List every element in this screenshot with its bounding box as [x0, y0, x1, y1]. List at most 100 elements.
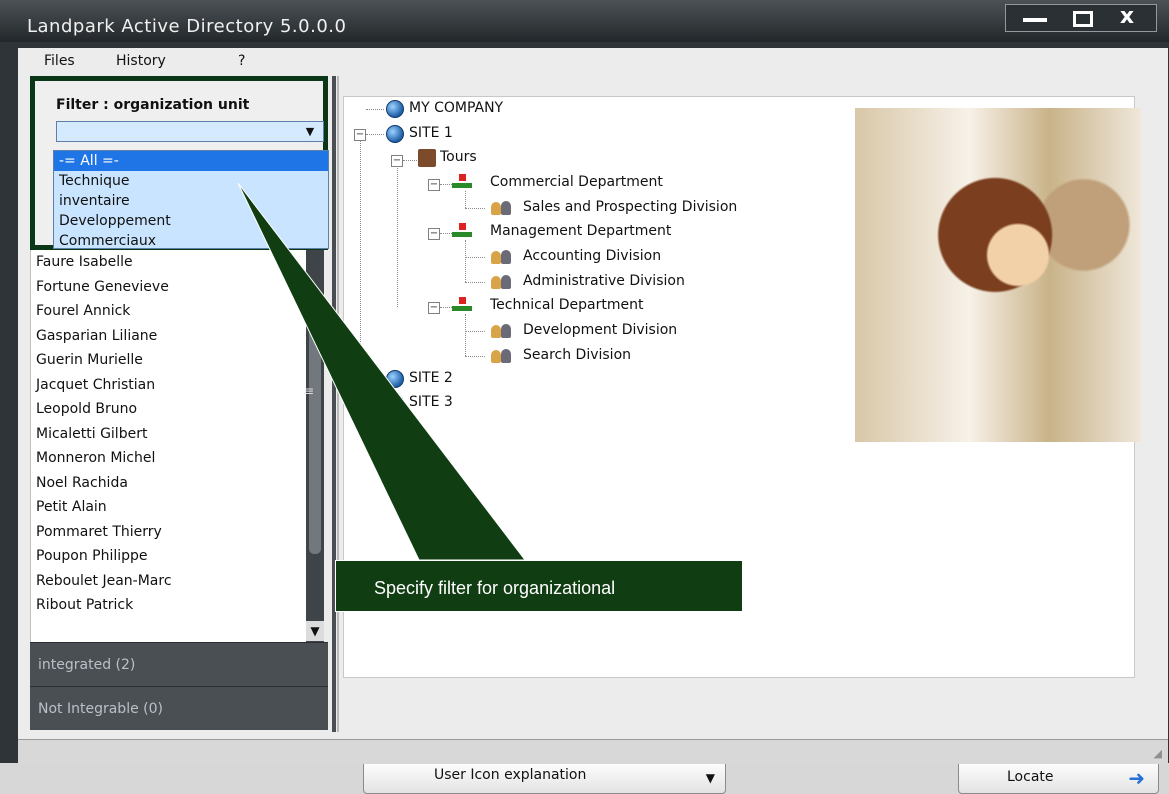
- menu-files[interactable]: Files: [44, 53, 75, 69]
- tree-line: [465, 208, 485, 209]
- tree-line: [465, 257, 485, 258]
- list-item[interactable]: Ribout Patrick: [31, 593, 314, 618]
- tree-line: [366, 109, 384, 110]
- tree-node-sales-and-prospecting-division[interactable]: Sales and Prospecting Division: [523, 199, 737, 215]
- tree-line: [440, 184, 452, 185]
- tree-node-site-1[interactable]: SITE 1: [409, 125, 453, 141]
- globe-icon: [386, 125, 404, 143]
- scrollbar-thumb[interactable]: [309, 306, 321, 554]
- department-icon: [452, 297, 472, 313]
- title-bar[interactable]: Landpark Active Directory 5.0.0.0 x: [0, 0, 1169, 42]
- close-button[interactable]: x: [1106, 5, 1148, 31]
- panel-divider[interactable]: [337, 76, 339, 732]
- window-controls: x: [1005, 4, 1157, 32]
- dropdown-option-inventaire[interactable]: inventaire: [54, 191, 328, 211]
- list-item[interactable]: Micaletti Gilbert: [31, 422, 314, 447]
- list-item[interactable]: Poupon Philippe: [31, 544, 314, 569]
- list-item[interactable]: Fourel Annick: [31, 299, 314, 324]
- maximize-button[interactable]: [1060, 5, 1102, 31]
- organization-unit-select[interactable]: ▼: [56, 121, 324, 142]
- collapse-icon[interactable]: −: [428, 228, 440, 240]
- dropdown-option-developpement[interactable]: Developpement: [54, 211, 328, 231]
- callout-text: Specify filter for organizational: [374, 578, 616, 598]
- minimize-button[interactable]: [1014, 5, 1056, 31]
- people-icon: [490, 322, 512, 338]
- locate-label: Locate: [1007, 769, 1054, 785]
- tree-line: [465, 240, 466, 282]
- menu-bar: Files History ?: [18, 48, 1168, 75]
- people-icon: [490, 347, 512, 363]
- tree-line: [440, 233, 452, 234]
- dropdown-caret-icon: ▼: [705, 771, 715, 785]
- resize-grip-icon[interactable]: ◢: [1154, 747, 1162, 760]
- list-item[interactable]: Monneron Michel: [31, 446, 314, 471]
- building-icon: [418, 149, 436, 167]
- locate-button[interactable]: Locate ➜: [958, 760, 1159, 794]
- dropdown-option-commerciaux[interactable]: Commerciaux: [54, 231, 328, 251]
- tree-node-site-3[interactable]: SITE 3: [409, 394, 453, 410]
- tree-node-accounting-division[interactable]: Accounting Division: [523, 248, 661, 264]
- tree-node-site-2[interactable]: SITE 2: [409, 370, 453, 386]
- dropdown-option-all[interactable]: -= All =-: [54, 151, 328, 171]
- collapse-icon[interactable]: −: [428, 302, 440, 314]
- tree-node-tours[interactable]: Tours: [440, 149, 477, 165]
- list-item[interactable]: Petit Alain: [31, 495, 314, 520]
- tree-line: [465, 331, 485, 332]
- tree-line: [465, 191, 466, 208]
- tree-line: [360, 140, 361, 378]
- business-people-photo: [855, 108, 1141, 442]
- application-window: Landpark Active Directory 5.0.0.0 x File…: [0, 0, 1169, 794]
- tree-line: [440, 307, 452, 308]
- list-item[interactable]: Leopold Bruno: [31, 397, 314, 422]
- user-list-scrollbar[interactable]: [306, 250, 324, 642]
- list-item[interactable]: Noel Rachida: [31, 471, 314, 496]
- tree-line: [465, 356, 485, 357]
- people-icon: [490, 273, 512, 289]
- tree-line: [366, 134, 384, 135]
- globe-icon: [386, 100, 404, 118]
- chevron-down-icon[interactable]: ▼: [301, 125, 319, 139]
- menu-history[interactable]: History: [116, 53, 166, 69]
- arrow-right-icon: ➜: [1128, 766, 1145, 790]
- tree-node-development-division[interactable]: Development Division: [523, 322, 677, 338]
- list-item[interactable]: Jacquet Christian: [31, 373, 314, 398]
- status-bar: ◢: [18, 739, 1168, 764]
- integrated-section[interactable]: integrated (2): [30, 642, 328, 686]
- user-icon-explanation-button[interactable]: User Icon explanation ▼: [363, 760, 726, 794]
- not-integrable-section[interactable]: Not Integrable (0): [30, 686, 328, 730]
- tree-line: [360, 379, 384, 380]
- globe-icon: [386, 394, 404, 412]
- tree-node-search-division[interactable]: Search Division: [523, 347, 631, 363]
- organization-unit-dropdown[interactable]: -= All =- Technique inventaire Developpe…: [53, 150, 329, 249]
- main-content: Filter : organization unit ▼ -= All =- T…: [18, 74, 1168, 794]
- tree-line: [465, 282, 485, 283]
- tree-node-commercial-department[interactable]: Commercial Department: [490, 174, 663, 190]
- filter-label: Filter : organization unit: [56, 97, 250, 113]
- menu-help[interactable]: ?: [238, 53, 245, 69]
- dropdown-option-technique[interactable]: Technique: [54, 171, 328, 191]
- globe-icon: [386, 370, 404, 388]
- scroll-down-icon[interactable]: ▼: [306, 621, 324, 641]
- user-list[interactable]: Faure Isabelle Fortune Genevieve Fourel …: [30, 250, 314, 642]
- filter-panel: Filter : organization unit ▼ -= All =- T…: [30, 76, 329, 250]
- scrollbar-grip-icon: ≡: [304, 384, 315, 398]
- list-item[interactable]: Guerin Murielle: [31, 348, 314, 373]
- tree-node-administrative-division[interactable]: Administrative Division: [523, 273, 685, 289]
- list-item[interactable]: Pommaret Thierry: [31, 520, 314, 545]
- department-icon: [452, 174, 472, 190]
- list-item[interactable]: Faure Isabelle: [31, 250, 314, 275]
- tree-node-technical-department[interactable]: Technical Department: [490, 297, 643, 313]
- user-icon-explanation-label: User Icon explanation: [434, 767, 587, 783]
- collapse-icon[interactable]: −: [428, 179, 440, 191]
- department-icon: [452, 223, 472, 239]
- tree-line: [397, 166, 398, 307]
- window-title: Landpark Active Directory 5.0.0.0: [27, 16, 347, 37]
- tree-node-management-department[interactable]: Management Department: [490, 223, 671, 239]
- list-item[interactable]: Gasparian Liliane: [31, 324, 314, 349]
- tree-line: [403, 160, 417, 161]
- tree-node-my-company[interactable]: MY COMPANY: [409, 100, 503, 116]
- list-item[interactable]: Fortune Genevieve: [31, 275, 314, 300]
- list-item[interactable]: Reboulet Jean-Marc: [31, 569, 314, 594]
- tree-line: [465, 314, 466, 356]
- people-icon: [490, 199, 512, 215]
